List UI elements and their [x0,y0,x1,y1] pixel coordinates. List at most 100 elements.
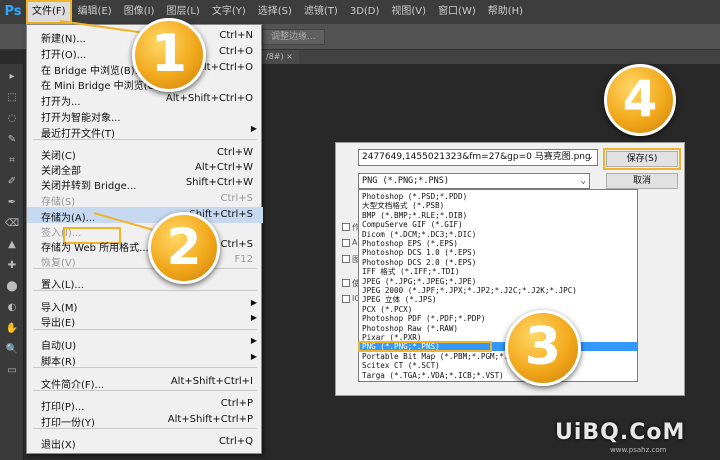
menu-item-shortcut: Alt+Ctrl+W [195,162,253,173]
tool-icon[interactable]: ✚ [4,259,20,273]
filename-input[interactable]: 2477649,1455021323&fm=27&gp=0 马赛克图.png ⌄ [358,149,598,166]
menu-item-label: 导出(E) [41,318,76,329]
file-menu-item[interactable]: 打印(P)... Ctrl+P [27,396,263,413]
photoshop-logo: Ps [4,4,22,19]
menu-item-label: 脚本(R) [41,357,76,368]
option-checkbox[interactable] [342,279,350,287]
file-menu-item[interactable]: 存储为 Web 所用格式...Alt+Shift+Ctrl+S [27,237,263,254]
format-option[interactable]: Photoshop DCS 2.0 (*.EPS) [359,258,637,267]
menu-item-label: 退出(X) [41,440,76,451]
format-option[interactable]: CompuServe GIF (*.GIF) [359,220,637,229]
file-menu-item[interactable]: 自动(U) ▶ [27,335,263,352]
tool-icon[interactable]: ✎ [4,133,20,147]
file-menu-item[interactable]: 打开为智能对象... [27,107,263,124]
format-option[interactable]: JPEG (*.JPG;*.JPEG;*.JPE) [359,277,637,286]
option-checkbox[interactable] [342,223,350,231]
tool-icon[interactable]: ⬤ [4,280,20,294]
menu-item-label: 最近打开文件(T) [41,129,115,140]
tool-icon[interactable]: ✋ [4,322,20,336]
tool-icon[interactable]: ⌗ [4,154,20,168]
format-option[interactable]: IFF 格式 (*.IFF;*.TDI) [359,267,637,276]
menu-item-label: 新建(N)... [41,34,86,45]
tool-icon[interactable]: ▲ [4,238,20,252]
file-menu-item[interactable]: 退出(X) Ctrl+Q [27,434,263,451]
menu-separator [33,268,257,269]
format-option[interactable]: JPEG 立体 (*.JPS) [359,295,637,304]
menu-item-shortcut: Shift+Ctrl+W [185,177,253,188]
menu-item-label: 置入(L)... [41,280,84,291]
file-menu-item[interactable]: 最近打开文件(T) ▶ [27,123,263,140]
chevron-down-icon[interactable]: ⌄ [581,174,586,188]
file-menu-item[interactable]: 打印一份(Y) Alt+Shift+Ctrl+P [27,412,263,429]
format-option[interactable]: JPEG 2000 (*.JPF;*.JPX;*.JP2;*.J2C;*.J2K… [359,286,637,295]
cancel-button[interactable]: 取消 [606,173,678,189]
chevron-down-icon[interactable]: ⌄ [586,150,594,165]
file-menu-item[interactable]: 打开为... Alt+Shift+Ctrl+O [27,91,263,108]
tool-icon[interactable]: ◌ [4,112,20,126]
format-option[interactable]: 大型文档格式 (*.PSB) [359,201,637,210]
option-checkbox[interactable] [342,239,350,247]
file-menu-item[interactable]: 关闭(C) Ctrl+W [27,145,263,162]
menu-item-shortcut: Ctrl+Q [218,436,253,447]
format-option[interactable]: Portable Bit Map (*.PBM;*.PGM;*.PPM;*.PA… [359,352,637,361]
file-menu-item[interactable]: 关闭并转到 Bridge... Shift+Ctrl+W [27,175,263,192]
file-menu-item[interactable]: 文件简介(F)... Alt+Shift+Ctrl+I [27,374,263,391]
format-option[interactable]: Photoshop Raw (*.RAW) [359,324,637,333]
menu-separator [33,290,257,291]
tool-icon[interactable]: ✒ [4,196,20,210]
file-menu-item[interactable]: 导入(M) ▶ [27,297,263,314]
file-menu-item[interactable]: 存储为(A)... Shift+Ctrl+S [27,207,263,224]
file-menu-item[interactable]: 置入(L)... [27,274,263,291]
tool-icon[interactable]: ▸ [4,70,20,84]
menu-10[interactable]: 帮助(H) [482,0,529,24]
menu-5[interactable]: 选择(S) [252,0,298,24]
option-checkbox[interactable] [342,295,350,303]
menu-7[interactable]: 3D(D) [344,0,386,24]
file-menu-item[interactable]: 关闭全部 Alt+Ctrl+W [27,160,263,177]
tool-icon[interactable]: ⬚ [4,91,20,105]
save-button[interactable]: 保存(S) [603,148,681,170]
tool-icon[interactable]: ⌫ [4,217,20,231]
format-option[interactable]: Dicom (*.DCM;*.DC3;*.DIC) [359,230,637,239]
format-option[interactable]: BMP (*.BMP;*.RLE;*.DIB) [359,211,637,220]
option-checkbox[interactable] [342,255,350,263]
menu-6[interactable]: 滤镜(T) [298,0,344,24]
menu-9[interactable]: 窗口(W) [432,0,482,24]
format-select[interactable]: PNG (*.PNG;*.PNS) ⌄ [358,173,590,189]
tool-icon[interactable]: ▭ [4,364,20,378]
watermark-logo: UiBQ.CoM [555,420,686,445]
menu-separator [33,390,257,391]
format-option[interactable]: Photoshop (*.PSD;*.PDD) [359,192,637,201]
refine-edge-button[interactable]: 调整边缘... [262,29,325,45]
file-menu-item[interactable]: 脚本(R) ▶ [27,351,263,368]
menu-item-label: 打开(O)... [41,50,87,61]
format-option[interactable]: Photoshop EPS (*.EPS) [359,239,637,248]
menu-item-label: 存储(S) [41,197,76,208]
menu-4[interactable]: 文字(Y) [206,0,252,24]
submenu-arrow-icon: ▶ [250,336,257,345]
file-menu-dropdown: 新建(N)... Ctrl+N 打开(O)... Ctrl+O 在 Bridge 中浏览… [26,24,263,454]
format-option[interactable]: PCX (*.PCX) [359,305,637,314]
document-tab[interactable]: /8#) × [260,50,299,64]
menu-8[interactable]: 视图(V) [385,0,432,24]
menu-1[interactable]: 编辑(E) [72,0,118,24]
tool-icon[interactable]: ✐ [4,175,20,189]
menu-item-label: 恢复(V) [41,258,76,269]
menu-item-shortcut: Alt+Shift+Ctrl+P [167,414,253,425]
step-badge-4: 4 [604,64,676,136]
format-option[interactable]: Targa (*.TGA;*.VDA;*.ICB;*.VST) [359,371,637,380]
menu-separator [33,139,257,140]
file-menu-item: 恢复(V) F12 [27,252,263,269]
file-menu-item[interactable]: 导出(E) ▶ [27,312,263,329]
format-option[interactable]: Photoshop DCS 1.0 (*.EPS) [359,248,637,257]
format-option[interactable]: Photoshop PDF (*.PDF;*.PDP) [359,314,637,323]
menu-item-label: 文件简介(F)... [41,380,105,391]
menu-item-shortcut: Alt+Shift+Ctrl+O [165,93,253,104]
tool-icon[interactable]: 🔍 [4,343,20,357]
menu-item-shortcut: Ctrl+W [216,147,253,158]
step-badge-2: 2 [148,212,220,284]
menu-bar: Ps 文件(F) 编辑(E) 图像(I) 图层(L) 文字(Y) 选择(S) 滤镜(T) 3D… [0,0,720,24]
tool-icon[interactable]: ◐ [4,301,20,315]
menu-item-shortcut: Ctrl+O [218,46,253,57]
format-option[interactable]: Scitex CT (*.SCT) [359,361,637,370]
